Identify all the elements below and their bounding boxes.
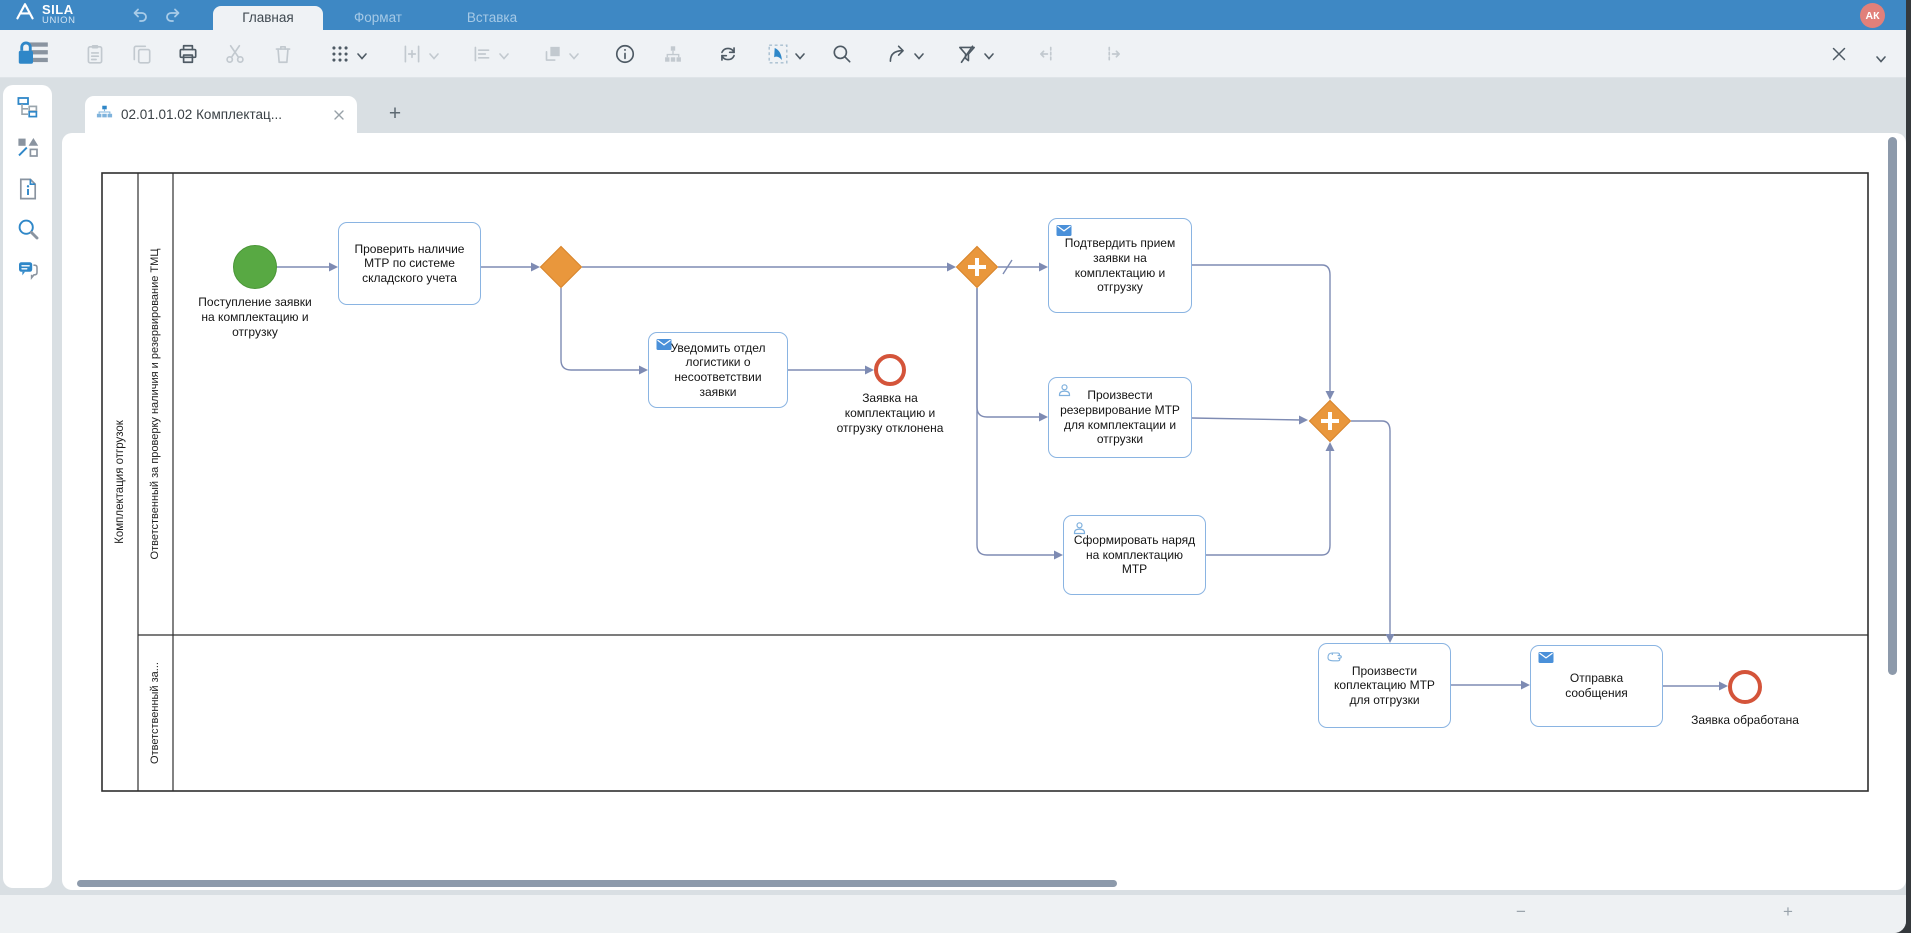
- flow-reserve-to-gateway3[interactable]: [1192, 418, 1302, 420]
- parallel-gateway-plus-icon: [1321, 412, 1339, 430]
- status-bar: − + 95%: [0, 895, 1906, 933]
- parallel-gateway-plus-icon: [968, 258, 986, 276]
- vertical-scrollbar[interactable]: [1888, 137, 1897, 675]
- model-tab-icon: [96, 104, 113, 125]
- left-sidebar: [3, 85, 52, 888]
- flow-gateway1-to-notify[interactable]: [561, 288, 642, 370]
- arrange-icon: [539, 41, 565, 67]
- spacing-icon: [399, 41, 425, 67]
- align-icon: [469, 41, 495, 67]
- manual-icon: [1326, 649, 1342, 662]
- lane-title-2[interactable]: Ответственный за...: [138, 635, 173, 791]
- chevron-down-icon: [567, 49, 579, 61]
- delete-icon: [270, 41, 296, 67]
- flow-confirm-to-gateway3[interactable]: [1192, 265, 1330, 394]
- lock-layout-icon[interactable]: [16, 39, 50, 65]
- toolbar-close-icon[interactable]: [1826, 41, 1852, 67]
- message-icon: [656, 338, 672, 351]
- task-label: Проверить наличие МТР по системе складск…: [347, 242, 472, 286]
- lane-title-1[interactable]: Ответственный за проверку наличия и резе…: [138, 173, 173, 635]
- brand-logo: SILA UNION: [12, 1, 76, 27]
- document-tab-title: 02.01.01.02 Комплектац...: [121, 107, 324, 122]
- task-confirm-request[interactable]: Подтвердить прием заявки на комплектацию…: [1048, 218, 1192, 313]
- task-notify-logistics[interactable]: Уведомить отдел логистики о несоответств…: [648, 332, 788, 408]
- chevron-down-icon: [497, 49, 509, 61]
- user-icon: [1071, 521, 1087, 534]
- main-toolbar: [0, 30, 1906, 78]
- redo-icon[interactable]: [163, 5, 183, 25]
- brand-subname: UNION: [42, 16, 76, 26]
- task-check-mtr-availability[interactable]: Проверить наличие МТР по системе складск…: [338, 222, 481, 305]
- collapse-right-icon: [1099, 41, 1125, 67]
- document-tab[interactable]: 02.01.01.02 Комплектац...: [85, 96, 357, 133]
- chevron-down-icon[interactable]: [355, 49, 367, 61]
- user-icon: [1056, 383, 1072, 396]
- message-icon: [1538, 651, 1554, 664]
- pool-title[interactable]: Комплектация отгрузок: [102, 173, 138, 791]
- chevron-down-icon[interactable]: [982, 49, 994, 61]
- top-bar: SILA UNION Главная Формат Вставка АК: [0, 0, 1906, 30]
- ribbon-tab-insert[interactable]: Вставка: [444, 6, 540, 30]
- end-event-request-processed-label: Заявка обработана: [1665, 713, 1825, 728]
- flow-order-to-gateway3[interactable]: [1206, 448, 1330, 555]
- document-info-icon[interactable]: [16, 177, 40, 201]
- chevron-down-icon[interactable]: [912, 49, 924, 61]
- sila-union-logo-icon: [12, 1, 38, 27]
- search-icon[interactable]: [829, 41, 855, 67]
- start-event-request-received-label: Поступление заявки на комплектацию и отг…: [191, 295, 319, 340]
- new-tab-button[interactable]: +: [384, 102, 406, 126]
- info-icon[interactable]: [612, 41, 638, 67]
- task-label: Уведомить отдел логистики о несоответств…: [657, 341, 779, 400]
- zoom-out-button[interactable]: −: [1516, 902, 1526, 922]
- shapes-icon[interactable]: [16, 135, 40, 159]
- horizontal-scrollbar[interactable]: [77, 880, 1117, 887]
- ribbon-tab-home[interactable]: Главная: [213, 6, 323, 30]
- flow-gateway2-to-reserve[interactable]: [977, 288, 1042, 417]
- chevron-down-icon[interactable]: [793, 49, 805, 61]
- hierarchy-icon: [660, 41, 686, 67]
- undo-icon[interactable]: [130, 5, 150, 25]
- select-area-icon[interactable]: [765, 41, 791, 67]
- task-send-message[interactable]: Отправка сообщения: [1530, 645, 1663, 727]
- flow-gateway2-to-order[interactable]: [977, 288, 1057, 555]
- task-reserve-mtr[interactable]: Произвести резервирование МТР для компле…: [1048, 377, 1192, 458]
- task-label: Отправка сообщения: [1539, 671, 1654, 700]
- refresh-icon[interactable]: [715, 41, 741, 67]
- paste-icon: [82, 41, 108, 67]
- search-icon[interactable]: [16, 217, 40, 241]
- cut-icon: [222, 41, 248, 67]
- grid-icon[interactable]: [327, 41, 353, 67]
- task-label: Произвести резервирование МТР для компле…: [1057, 388, 1183, 447]
- copy-icon: [129, 41, 155, 67]
- jump-icon[interactable]: [884, 41, 910, 67]
- message-icon: [1056, 224, 1072, 237]
- task-label: Подтвердить прием заявки на комплектацию…: [1057, 236, 1183, 295]
- ribbon-tab-format[interactable]: Формат: [332, 6, 424, 30]
- task-label: Произвести коплектацию МТР для отгрузки: [1327, 664, 1442, 708]
- model-tree-icon[interactable]: [16, 95, 40, 119]
- task-label: Сформировать наряд на комплектацию МТР: [1072, 533, 1197, 577]
- end-event-request-rejected[interactable]: [874, 354, 906, 386]
- app-window: SILA UNION Главная Формат Вставка АК: [0, 0, 1906, 933]
- chevron-down-icon[interactable]: [1868, 46, 1894, 72]
- end-event-request-rejected-label: Заявка на комплектацию и отгрузку отклон…: [830, 391, 950, 436]
- brand-name: SILA: [42, 3, 76, 16]
- end-event-request-processed[interactable]: [1728, 670, 1762, 704]
- chevron-down-icon: [427, 49, 439, 61]
- collapse-left-icon: [1035, 41, 1061, 67]
- print-icon[interactable]: [175, 41, 201, 67]
- filter-icon[interactable]: [954, 41, 980, 67]
- task-pick-mtr[interactable]: Произвести коплектацию МТР для отгрузки: [1318, 643, 1451, 728]
- task-create-picking-order[interactable]: Сформировать наряд на комплектацию МТР: [1063, 515, 1206, 595]
- user-avatar[interactable]: АК: [1860, 3, 1885, 28]
- zoom-in-button[interactable]: +: [1783, 902, 1793, 922]
- diagram-canvas[interactable]: Комплектация отгрузокОтветственный за пр…: [62, 133, 1906, 890]
- tab-close-icon[interactable]: [332, 108, 346, 122]
- comments-icon[interactable]: [16, 258, 40, 282]
- start-event-request-received[interactable]: [233, 245, 277, 289]
- flow-gateway3-to-pick[interactable]: [1351, 421, 1390, 637]
